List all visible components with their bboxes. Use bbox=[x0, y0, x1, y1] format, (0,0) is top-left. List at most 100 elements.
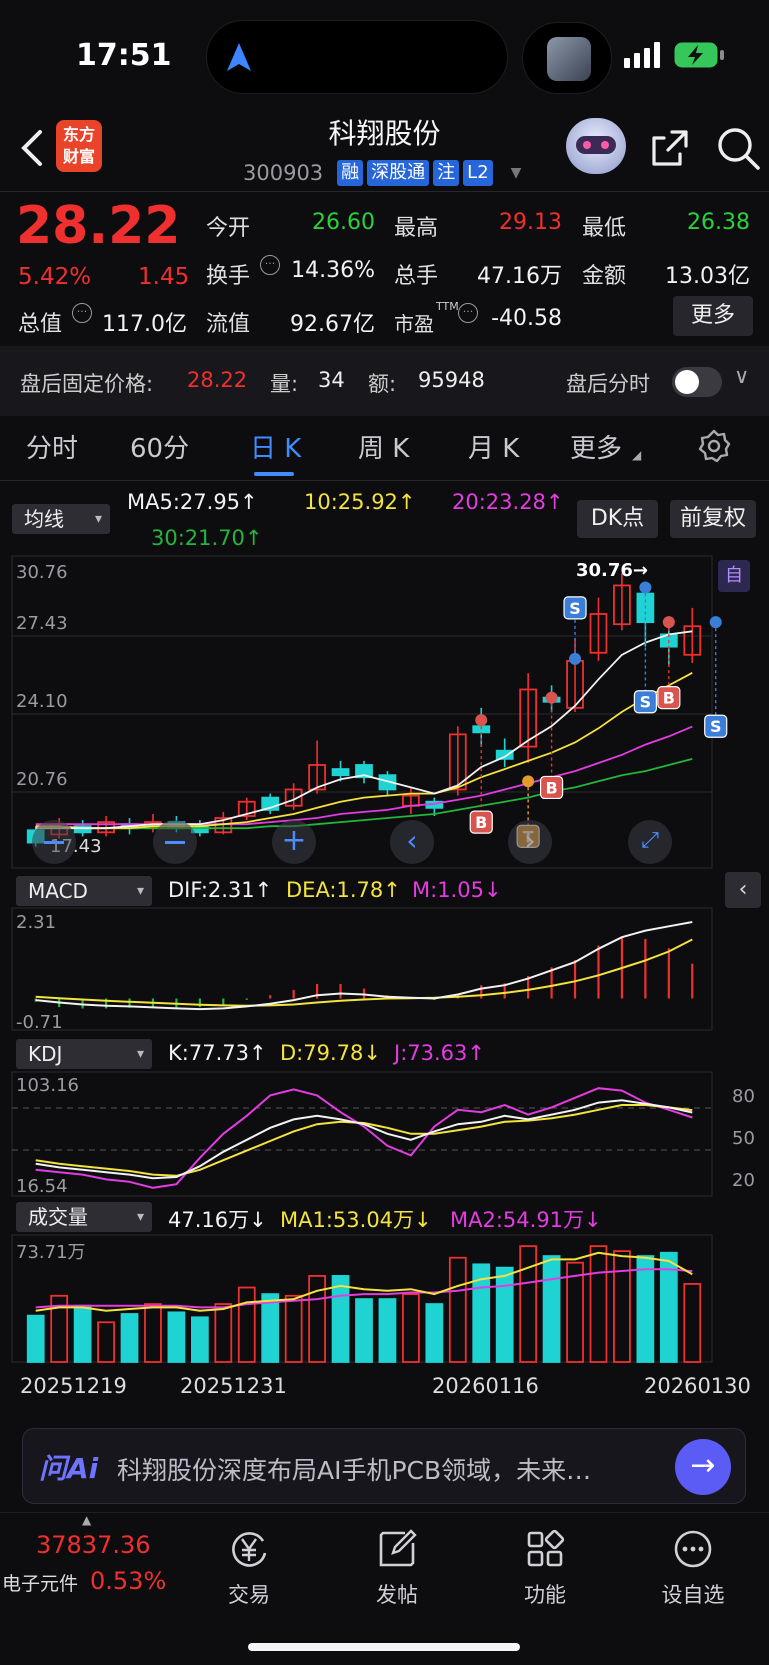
after-hours-expand-icon[interactable]: ∨ bbox=[734, 364, 749, 388]
vol-ma2-legend: MA2:54.91万↓ bbox=[450, 1208, 602, 1232]
volume-bar bbox=[284, 1294, 303, 1363]
ma-selector[interactable]: 均线 bbox=[12, 504, 110, 534]
mktcap-value: 117.0亿 bbox=[102, 312, 187, 337]
nav-functions[interactable]: 功能 bbox=[490, 1527, 600, 1609]
buy-dot bbox=[662, 616, 675, 629]
candle-body bbox=[237, 800, 256, 817]
volume-bar bbox=[683, 1283, 702, 1363]
chart-settings-gear-icon[interactable] bbox=[696, 428, 732, 464]
badge-letter: B bbox=[475, 813, 487, 832]
volume-bar bbox=[519, 1245, 538, 1363]
ma30-legend: 30:21.70↑ bbox=[151, 526, 263, 550]
battery-charging-icon bbox=[674, 42, 724, 68]
volume-bar bbox=[120, 1313, 139, 1363]
volume-down-arrow-icon: ↓ bbox=[249, 1208, 267, 1232]
tab-month[interactable]: 月 K bbox=[468, 428, 519, 465]
volume-value: 47.16万 bbox=[477, 264, 562, 289]
index-name[interactable]: 电子元件 bbox=[2, 1569, 78, 1596]
mktcap-info-icon[interactable]: ··· bbox=[72, 303, 92, 323]
kdj-d-legend: D:79.78↓ bbox=[280, 1041, 381, 1065]
volume-bar bbox=[566, 1261, 584, 1363]
volume-label: 总手 bbox=[394, 264, 439, 289]
dk-point-button[interactable]: DK点 bbox=[577, 500, 658, 538]
after-hours-bar: 盘后固定价格: 28.22 量: 34 额: 95948 盘后分时 ∨ bbox=[0, 346, 769, 416]
badge-letter: B bbox=[545, 778, 557, 797]
kdj-ref-20: 20 bbox=[732, 1170, 755, 1191]
zoom-out-button[interactable] bbox=[32, 820, 76, 864]
fullscreen-button[interactable]: ⤢ bbox=[628, 820, 672, 864]
scroll-right-button[interactable]: › bbox=[508, 820, 552, 864]
nav-set-watchlist[interactable]: 设自选 bbox=[638, 1527, 748, 1609]
signal-icon bbox=[624, 42, 660, 68]
tab-day[interactable]: 日 K bbox=[250, 428, 301, 465]
zoom-in-button[interactable]: + bbox=[272, 820, 316, 864]
candle-body bbox=[308, 764, 326, 791]
kdj-selector[interactable]: KDJ bbox=[16, 1039, 152, 1069]
buy-badge: B bbox=[657, 686, 681, 710]
index-value[interactable]: 37837.36 bbox=[36, 1531, 151, 1559]
tab-timeshare[interactable]: 分时 bbox=[26, 428, 78, 465]
candle-body bbox=[97, 821, 115, 834]
turnover-label: 换手 bbox=[206, 264, 251, 289]
nav-post[interactable]: 发帖 bbox=[342, 1527, 452, 1609]
adjust-price-button[interactable]: 前复权 bbox=[670, 500, 756, 538]
macd-ymax: 2.31 bbox=[16, 912, 57, 933]
after-hours-toggle[interactable] bbox=[672, 367, 722, 397]
kdj-d-line bbox=[35, 1104, 693, 1177]
tag-connect: 深股通 bbox=[367, 160, 430, 186]
stock-menu-chevron-icon[interactable]: ▼ bbox=[511, 165, 522, 181]
volume-selector[interactable]: 成交量 bbox=[16, 1202, 152, 1232]
high-marker-label: 30.76→ bbox=[576, 560, 649, 581]
volume-bar bbox=[50, 1294, 69, 1363]
candle-body bbox=[261, 796, 280, 811]
ma20-line bbox=[35, 725, 693, 826]
search-icon[interactable] bbox=[714, 124, 762, 172]
high-value: 29.13 bbox=[499, 210, 562, 235]
dif-up-arrow-icon: ↑ bbox=[254, 878, 273, 902]
turnover-value: 14.36% bbox=[291, 258, 375, 283]
volume-bar bbox=[331, 1275, 350, 1363]
collapse-panel-icon[interactable]: ‹ bbox=[725, 872, 761, 908]
volume-bar bbox=[214, 1303, 233, 1363]
amount-label: 金额 bbox=[582, 264, 627, 289]
robot-assistant-icon[interactable] bbox=[566, 118, 626, 174]
kline-y2: 27.43 bbox=[16, 613, 68, 634]
index-percent[interactable]: 0.53% bbox=[90, 1567, 166, 1595]
tab-more[interactable]: 更多 bbox=[570, 428, 622, 465]
mktcap-label: 总值 bbox=[18, 312, 63, 337]
kdj-k-line bbox=[35, 1099, 693, 1180]
vol-ma1-line bbox=[35, 1251, 693, 1312]
self-select-badge[interactable]: 自 bbox=[718, 560, 750, 592]
more-quote-button[interactable]: 更多 bbox=[673, 296, 753, 336]
candle-body bbox=[589, 613, 608, 654]
tab-60min[interactable]: 60分 bbox=[130, 428, 189, 465]
after-hours-price-label: 盘后固定价格: bbox=[20, 372, 154, 396]
ma5-legend: MA5:27.95↑ bbox=[127, 490, 258, 514]
date-label-3: 20260116 bbox=[432, 1374, 539, 1398]
volume-legend: 47.16万↓ bbox=[168, 1208, 267, 1232]
sell-dot bbox=[709, 616, 722, 629]
turnover-info-icon[interactable]: ··· bbox=[260, 255, 280, 275]
dea-line bbox=[35, 938, 693, 1007]
candle-body bbox=[355, 764, 373, 779]
scroll-left-button[interactable]: ‹ bbox=[390, 820, 434, 864]
ai-send-arrow-icon[interactable]: → bbox=[675, 1439, 731, 1495]
tab-week[interactable]: 周 K bbox=[358, 428, 409, 465]
macd-selector[interactable]: MACD bbox=[16, 876, 152, 906]
tip-dot bbox=[522, 775, 535, 788]
kdj-ref-50: 50 bbox=[732, 1128, 755, 1149]
nav-trade[interactable]: 交易 bbox=[194, 1527, 304, 1609]
volume-bar bbox=[613, 1250, 631, 1363]
tag-level2: L2 bbox=[463, 160, 493, 186]
minus-button[interactable] bbox=[153, 820, 197, 864]
current-price: 28.22 bbox=[16, 196, 181, 256]
ma20-legend: 20:23.28↑ bbox=[452, 490, 564, 514]
ma10-line bbox=[35, 672, 693, 830]
change-percent: 5.42% bbox=[18, 264, 92, 290]
sell-dot bbox=[639, 581, 652, 594]
share-icon[interactable] bbox=[648, 126, 692, 170]
dynamic-island bbox=[206, 20, 508, 94]
ai-assistant-bar[interactable]: 问Ai 科翔股份深度布局AI手机PCB领域，未来… → bbox=[22, 1428, 746, 1504]
volume-bar bbox=[261, 1293, 280, 1363]
ai-prompt-text[interactable]: 科翔股份深度布局AI手机PCB领域，未来… bbox=[117, 1451, 637, 1487]
